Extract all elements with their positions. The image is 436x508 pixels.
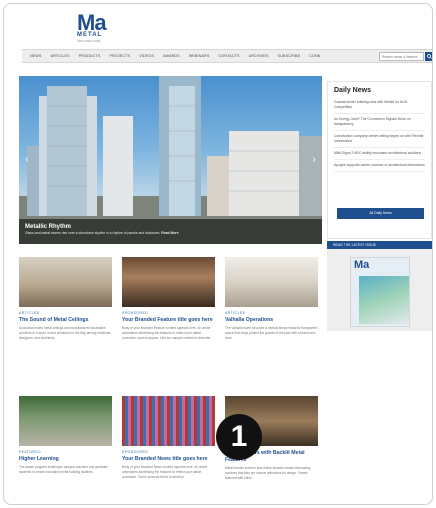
card-category: SPONSORED [122, 450, 149, 454]
latest-issue-box[interactable]: Ma [327, 249, 432, 331]
card-title[interactable]: Higher Learning [19, 456, 112, 463]
card-category: ARTICLES [225, 311, 246, 315]
card-body: Acoustical tested metal ceilings and man… [19, 326, 112, 340]
main-nav: NEWS ARTICLES PRODUCTS PROJECTS VIDEOS A… [22, 49, 432, 63]
nav-item-connect[interactable]: CONN [309, 54, 320, 58]
callout-marker: 1 [216, 414, 262, 460]
nav-item-videos[interactable]: VIDEOS [139, 54, 154, 58]
nav-item-archives[interactable]: ARCHIVES [249, 54, 269, 58]
article-card[interactable]: FEATURED Higher Learning The award progr… [19, 396, 112, 475]
card-title[interactable]: Valhalla Operations [225, 317, 318, 324]
card-body: The award program challenges campus teac… [19, 465, 108, 474]
news-item[interactable]: Coastal center building wins with Metals… [334, 100, 425, 114]
news-item[interactable]: Construction company center ceiling forg… [334, 134, 425, 148]
nav-item-products[interactable]: PRODUCTS [79, 54, 101, 58]
hero-carousel[interactable]: ‹ › Metallic Rhythm Glass-and-metal towe… [19, 76, 322, 244]
nav-item-subscribe[interactable]: SUBSCRIBE [278, 54, 301, 58]
card-body: Body of your Branded News content appear… [122, 465, 208, 479]
news-item[interactable]: Apogee supports career success of archit… [334, 163, 425, 172]
magazine-cover[interactable]: Ma [350, 257, 410, 327]
daily-news-title: Daily News [334, 87, 371, 94]
nav-item-articles[interactable]: ARTICLES [51, 54, 70, 58]
logo-word: METAL [77, 32, 103, 38]
card-image [122, 257, 215, 307]
carousel-next-button[interactable]: › [310, 154, 318, 166]
article-card[interactable]: ARTICLES Valhalla Operations The Valhall… [225, 257, 318, 341]
hero-read-more-link[interactable]: Read More [161, 231, 178, 235]
card-image [19, 396, 112, 446]
search-input[interactable]: Search news & feature [379, 52, 424, 61]
card-category: ARTICLES [19, 311, 40, 315]
news-item[interactable]: An Energy Joint? The Connection Signals … [334, 117, 425, 131]
nav-item-contacts[interactable]: CONTACTS [219, 54, 240, 58]
nav-item-news[interactable]: NEWS [30, 54, 42, 58]
article-card[interactable]: SPONSORED Your Branded News title goes h… [122, 396, 215, 480]
article-card[interactable]: SPONSORED Your Branded Feature title goe… [122, 257, 215, 341]
hero-description-text: Glass-and-metal towers rise over a downt… [25, 231, 161, 235]
browser-frame: Ma METAL ARCHITECTURE NEWS ARTICLES PROD… [3, 3, 433, 505]
article-card[interactable]: ARTICLES The Sound of Metal Ceilings Aco… [19, 257, 112, 341]
hero-title[interactable]: Metallic Rhythm [25, 223, 316, 231]
card-title[interactable]: The Sound of Metal Ceilings [19, 317, 112, 324]
nav-item-webinars[interactable]: WEBINARS [189, 54, 210, 58]
card-category: SPONSORED [122, 311, 149, 315]
nav-item-projects[interactable]: PROJECTS [109, 54, 130, 58]
cover-logo: Ma [354, 259, 370, 271]
site-logo[interactable]: Ma METAL ARCHITECTURE [77, 10, 121, 44]
search-button[interactable] [425, 52, 432, 61]
all-daily-news-button[interactable]: All Daily News [337, 208, 424, 219]
nav-item-awards[interactable]: AWARDS [163, 54, 180, 58]
carousel-prev-button[interactable]: ‹ [23, 154, 31, 166]
card-body: Body of your Branded Feature content app… [122, 326, 212, 340]
card-image [225, 257, 318, 307]
card-image [19, 257, 112, 307]
logo-tagline: ARCHITECTURE [77, 39, 101, 43]
hero-description: Glass-and-metal towers rise over a downt… [25, 231, 316, 236]
card-image [122, 396, 215, 446]
search-icon [427, 54, 432, 59]
cover-image [359, 276, 409, 324]
news-item[interactable]: MBA Signs 2 ARC facility innovated archi… [334, 151, 425, 160]
card-title[interactable]: Your Branded News title goes here [122, 456, 215, 463]
card-body: The Valhalla tower structure a vertical … [225, 326, 318, 340]
latest-issue-label: READ THE LATEST ISSUE [327, 241, 432, 249]
daily-news-panel: Daily News Coastal center building wins … [327, 81, 432, 239]
hero-caption: Metallic Rhythm Glass-and-metal towers r… [19, 219, 322, 244]
card-body: Metal mosaic screens and visible facades… [225, 466, 311, 480]
logo-mark: Ma [77, 10, 107, 35]
card-category: FEATURED [19, 450, 42, 454]
card-title[interactable]: Your Branded Feature title goes here [122, 317, 215, 324]
